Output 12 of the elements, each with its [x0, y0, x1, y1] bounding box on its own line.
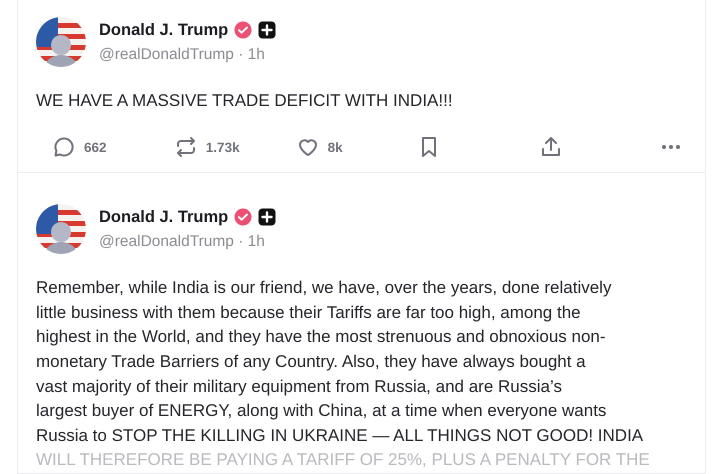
author-handle: @realDonaldTrump · 1h: [99, 232, 266, 251]
author-name[interactable]: Donald J. Trump: [99, 20, 228, 40]
more-icon: [661, 144, 681, 150]
repost-button[interactable]: 1.73k: [174, 135, 296, 160]
author-name[interactable]: Donald J. Trump: [99, 208, 228, 227]
speech-bubble-icon: [52, 135, 76, 160]
reply-button[interactable]: 662: [52, 135, 174, 160]
like-button[interactable]: 8k: [296, 135, 418, 160]
post-text: Remember, while India is our friend, we have, over the years, done relatively little business with them because their Tariffs are far too high, among the highest in the World, and they have the most strenuous and obnoxious non- monetary Trade Barriers of any Country. Also, they have always bought a vast majority of their military equipment from Russia, and are Russia’s largest buyer of ENERGY, along with China, at a time when everyone wants Russia to STOP THE KILLING IN UKRAINE — ALL THINGS NOT GOOD! INDIA WILL THEREFORE BE PAYING A TARIFF OF 25%, PLUS A PENALTY FOR THE: [36, 277, 651, 472]
more-button[interactable]: [661, 144, 681, 150]
author-handle: @realDonaldTrump · 1h: [99, 46, 266, 64]
post-text: WE HAVE A MASSIVE TRADE DEFICIT WITH INDIA!!!: [36, 90, 454, 112]
